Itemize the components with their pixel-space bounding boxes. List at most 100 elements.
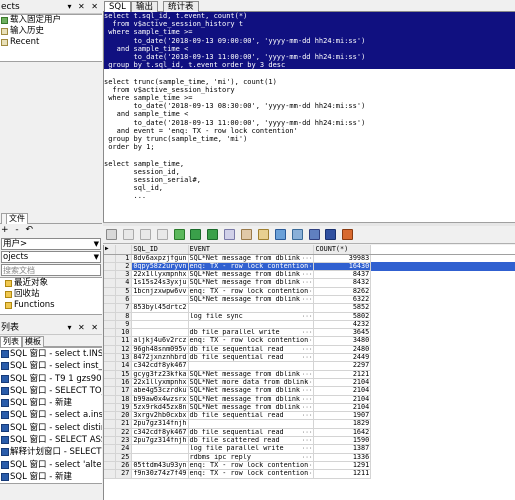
- row-indicator[interactable]: [104, 254, 117, 263]
- table-row[interactable]: 5 1bcnjzxwpw6vv enq: TX - row lock content…: [104, 287, 515, 297]
- row-indicator[interactable]: [104, 428, 117, 438]
- cell-count[interactable]: 8437: [313, 270, 372, 280]
- cell-expand-icon[interactable]: ···: [302, 470, 313, 477]
- cell-expand-icon[interactable]: ···: [302, 271, 313, 278]
- row-indicator[interactable]: [104, 353, 117, 363]
- tab-window-list[interactable]: 列表: [0, 336, 22, 347]
- result-grid[interactable]: SQL_ID EVENT COUNT(*) 1 8dv6axpzjfgun SQL*…: [103, 245, 515, 500]
- cell-expand-icon[interactable]: ···: [302, 387, 313, 394]
- table-row[interactable]: 11 aljkj4u6v2rcz enq: TX - row lock conten…: [104, 336, 515, 346]
- window-list-item[interactable]: SQL 窗口 - select distinct: [0, 422, 102, 434]
- cell-event[interactable]: SQL*Net message from dblink ···: [188, 403, 315, 413]
- table-row[interactable]: 4 1s15s24s3yxju SQL*Net message from dblin…: [104, 278, 515, 288]
- cell-count[interactable]: 2121: [313, 370, 372, 379]
- table-row[interactable]: 18 b99aw0x4wzsrx SQL*Net message from dbli…: [104, 395, 515, 404]
- cell-expand-icon[interactable]: ···: [302, 329, 313, 336]
- tab-files[interactable]: 文件: [6, 213, 28, 224]
- save-icon[interactable]: [325, 229, 337, 240]
- cell-count[interactable]: 5802: [313, 312, 372, 321]
- cell-event[interactable]: db file parallel write ···: [188, 328, 315, 338]
- cell-count[interactable]: 2104: [313, 395, 372, 404]
- table-row[interactable]: 10 db file parallel write ··· 3645: [104, 328, 515, 338]
- row-indicator[interactable]: [104, 453, 117, 462]
- cell-count[interactable]: 39983: [313, 254, 372, 263]
- table-row[interactable]: 12 96gh48snm095v db file sequential read ··…: [104, 345, 515, 355]
- add-record-icon[interactable]: [139, 229, 151, 240]
- row-indicator[interactable]: [104, 436, 117, 446]
- cell-sql-id[interactable]: c342cdf8yk467: [131, 428, 189, 438]
- table-row[interactable]: 25 rdbms ipc reply ··· 1336: [104, 453, 515, 462]
- cell-sql-id[interactable]: gcyg3fz23kfka: [131, 370, 189, 379]
- cell-count[interactable]: 2104: [313, 378, 372, 388]
- cell-expand-icon[interactable]: ···: [302, 354, 313, 361]
- lock-icon[interactable]: [122, 229, 134, 240]
- row-indicator[interactable]: [104, 461, 117, 471]
- single-record-icon[interactable]: [291, 229, 303, 240]
- cell-count[interactable]: 1336: [313, 453, 372, 462]
- query-by-example-icon[interactable]: [224, 229, 236, 240]
- table-row[interactable]: 22 c342cdf8yk467 db file sequential read ··…: [104, 428, 515, 438]
- cell-event[interactable]: enq: TX - row lock contention ···: [188, 287, 315, 297]
- cell-sql-id[interactable]: [131, 320, 189, 330]
- cell-event[interactable]: db file sequential read ···: [188, 411, 315, 421]
- row-indicator[interactable]: [104, 287, 117, 297]
- cell-event[interactable]: enq: TX - row lock contention ···: [188, 262, 315, 272]
- cell-sql-id[interactable]: 8dv6axpzjfgun: [131, 254, 189, 263]
- table-row[interactable]: 20 3xrgv2hb0cxbx db file sequential read ··…: [104, 411, 515, 421]
- header-count[interactable]: COUNT(*): [313, 245, 372, 255]
- fetch-next-icon[interactable]: [190, 229, 202, 240]
- table-row[interactable]: 14 c342cdf8yk467 2297: [104, 361, 515, 371]
- cell-expand-icon[interactable]: ···: [302, 445, 313, 452]
- window-controls[interactable]: ▾ ✕ ✕: [67, 0, 100, 14]
- window-controls[interactable]: ▾ ✕ ✕: [67, 321, 100, 335]
- cell-expand-icon[interactable]: ···: [302, 371, 313, 378]
- cell-expand-icon[interactable]: ···: [302, 263, 313, 270]
- cell-count[interactable]: 2297: [313, 361, 372, 371]
- cell-expand-icon[interactable]: ···: [302, 255, 313, 262]
- row-indicator[interactable]: [104, 411, 117, 421]
- window-list-item[interactable]: SQL 窗口 - 新建: [0, 471, 102, 483]
- cell-count[interactable]: 6322: [313, 295, 372, 305]
- cell-sql-id[interactable]: abe4g53czrdku: [131, 386, 189, 396]
- cell-count[interactable]: 2480: [313, 345, 372, 355]
- table-row[interactable]: 21 2pu7gz314fnjh 1829: [104, 419, 515, 429]
- cell-sql-id[interactable]: [131, 328, 189, 338]
- table-row[interactable]: 24 log file parallel write ··· 1387: [104, 444, 515, 454]
- row-indicator[interactable]: [104, 444, 117, 454]
- cell-sql-id[interactable]: 2pu7gz314fnjh: [131, 419, 189, 429]
- cell-event[interactable]: SQL*Net message from dblink ···: [188, 278, 315, 288]
- filter-icon[interactable]: [274, 229, 286, 240]
- cell-expand-icon[interactable]: ···: [302, 437, 313, 444]
- cell-sql-id[interactable]: [131, 453, 189, 462]
- cell-sql-id[interactable]: 96gh48snm095v: [131, 345, 189, 355]
- cell-expand-icon[interactable]: ···: [302, 429, 313, 436]
- row-indicator[interactable]: [104, 336, 117, 346]
- table-row[interactable]: 17 abe4g53czrdku SQL*Net message from dbli…: [104, 386, 515, 396]
- cell-event[interactable]: SQL*Net message from dblink ···: [188, 295, 315, 305]
- window-list-item[interactable]: SQL 窗口 - select inst_id,s: [0, 360, 102, 372]
- cell-count[interactable]: 4232: [313, 320, 372, 330]
- cell-count[interactable]: 16430: [313, 262, 372, 272]
- cell-sql-id[interactable]: aljkj4u6v2rcz: [131, 336, 189, 346]
- cell-event[interactable]: enq: TX - row lock contention ···: [188, 469, 315, 479]
- objects-select[interactable]: ojects ▼: [1, 251, 101, 263]
- table-row[interactable]: ▶ 2 0qpy58z2uryvn enq: TX - row lock conten…: [104, 245, 515, 272]
- row-indicator[interactable]: [104, 403, 117, 413]
- table-row[interactable]: 16 22x1llyxmpnhx SQL*Net more data from db…: [104, 378, 515, 388]
- table-row[interactable]: 9 4232: [104, 320, 515, 330]
- row-indicator[interactable]: [104, 278, 117, 288]
- cell-event[interactable]: log file sync ···: [188, 312, 315, 321]
- export-icon[interactable]: [257, 229, 269, 240]
- cell-event[interactable]: [188, 361, 315, 371]
- table-row[interactable]: 7 853byl45drtc2 5852: [104, 303, 515, 313]
- cell-expand-icon[interactable]: ···: [302, 404, 313, 411]
- table-row[interactable]: 27 f9n30z74z7f49 enq: TX - row lock conten…: [104, 469, 515, 479]
- row-indicator[interactable]: [104, 395, 117, 404]
- favorites-tree-item[interactable]: Functions: [0, 300, 102, 311]
- cell-event[interactable]: SQL*Net message from dblink ···: [188, 395, 315, 404]
- cell-expand-icon[interactable]: ···: [302, 454, 313, 461]
- clear-icon[interactable]: [241, 229, 252, 240]
- cell-event[interactable]: SQL*Net message from dblink ···: [188, 370, 315, 379]
- window-list-item[interactable]: SQL 窗口 - select t.INST_ID: [0, 348, 102, 360]
- row-indicator[interactable]: [104, 312, 117, 321]
